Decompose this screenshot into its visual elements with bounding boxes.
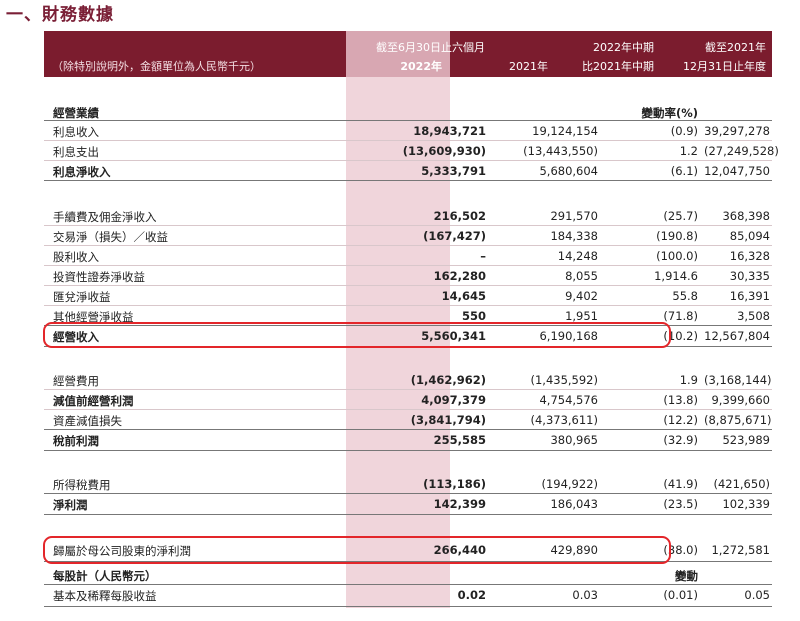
table-row: 資產減值損失 (3,841,794) (4,373,611) (12.2) (8… bbox=[53, 413, 772, 428]
divider bbox=[44, 514, 772, 515]
header-col-2021: 2021年 bbox=[509, 60, 548, 73]
table-row: 股利收入 – 14,248 (100.0) 16,328 bbox=[53, 249, 770, 264]
divider bbox=[44, 180, 772, 181]
table-row-eps: 基本及稀釋每股收益 0.02 0.03 (0.01) 0.05 bbox=[53, 588, 770, 603]
header-col-2022: 2022年 bbox=[400, 60, 442, 73]
table-row: 減值前經營利潤 4,097,379 4,754,576 (13.8) 9,399… bbox=[53, 393, 770, 408]
change-header: 變動 bbox=[675, 569, 698, 583]
annotation-box-net-profit-attributable bbox=[43, 536, 671, 564]
divider bbox=[44, 450, 772, 451]
header-change-line1: 2022年中期 bbox=[593, 41, 654, 54]
table-row: 稅前利潤 255,585 380,965 (32.9) 523,989 bbox=[53, 433, 770, 448]
section-header-operating-results: 經營業績 變動率(%) bbox=[44, 102, 772, 122]
annotation-box-operating-income bbox=[43, 322, 671, 348]
header-unit-note: （除特別說明外，金額單位為人民幣千元） bbox=[52, 60, 261, 73]
table-row: 交易淨（損失）／收益 (167,427) 184,338 (190.8) 85,… bbox=[53, 229, 770, 244]
header-change-line2: 比2021年中期 bbox=[582, 60, 654, 73]
table-row: 經營費用 (1,462,962) (1,435,592) 1.9 (3,168,… bbox=[53, 373, 772, 388]
page-title: 一、財務數據 bbox=[6, 5, 114, 25]
change-rate-header: 變動率(%) bbox=[641, 106, 698, 120]
table-row: 投資性證券淨收益 162,280 8,055 1,914.6 30,335 bbox=[53, 269, 770, 284]
section-header-per-share: 每股計（人民幣元） 變動 bbox=[53, 569, 698, 583]
header-col4-line1: 截至2021年 bbox=[705, 41, 766, 54]
table-row: 利息淨收入 5,333,791 5,680,604 (6.1) 12,047,7… bbox=[53, 164, 770, 179]
divider bbox=[44, 606, 772, 607]
header-col4-line2: 12月31日止年度 bbox=[683, 60, 766, 73]
header-period-label: 截至6月30日止六個月 bbox=[376, 41, 485, 54]
table-row: 手續費及佣金淨收入 216,502 291,570 (25.7) 368,398 bbox=[53, 209, 770, 224]
table-row: 所得稅費用 (113,186) (194,922) (41.9) (421,65… bbox=[53, 477, 770, 492]
table-row: 匯兌淨收益 14,645 9,402 55.8 16,391 bbox=[53, 289, 770, 304]
section-label: 經營業績 bbox=[53, 106, 99, 120]
table-row: 利息支出 (13,609,930) (13,443,550) 1.2 (27,2… bbox=[53, 144, 779, 159]
table-row: 淨利潤 142,399 186,043 (23.5) 102,339 bbox=[53, 497, 770, 512]
table-row: 利息收入 18,943,721 19,124,154 (0.9) 39,297,… bbox=[53, 124, 770, 139]
